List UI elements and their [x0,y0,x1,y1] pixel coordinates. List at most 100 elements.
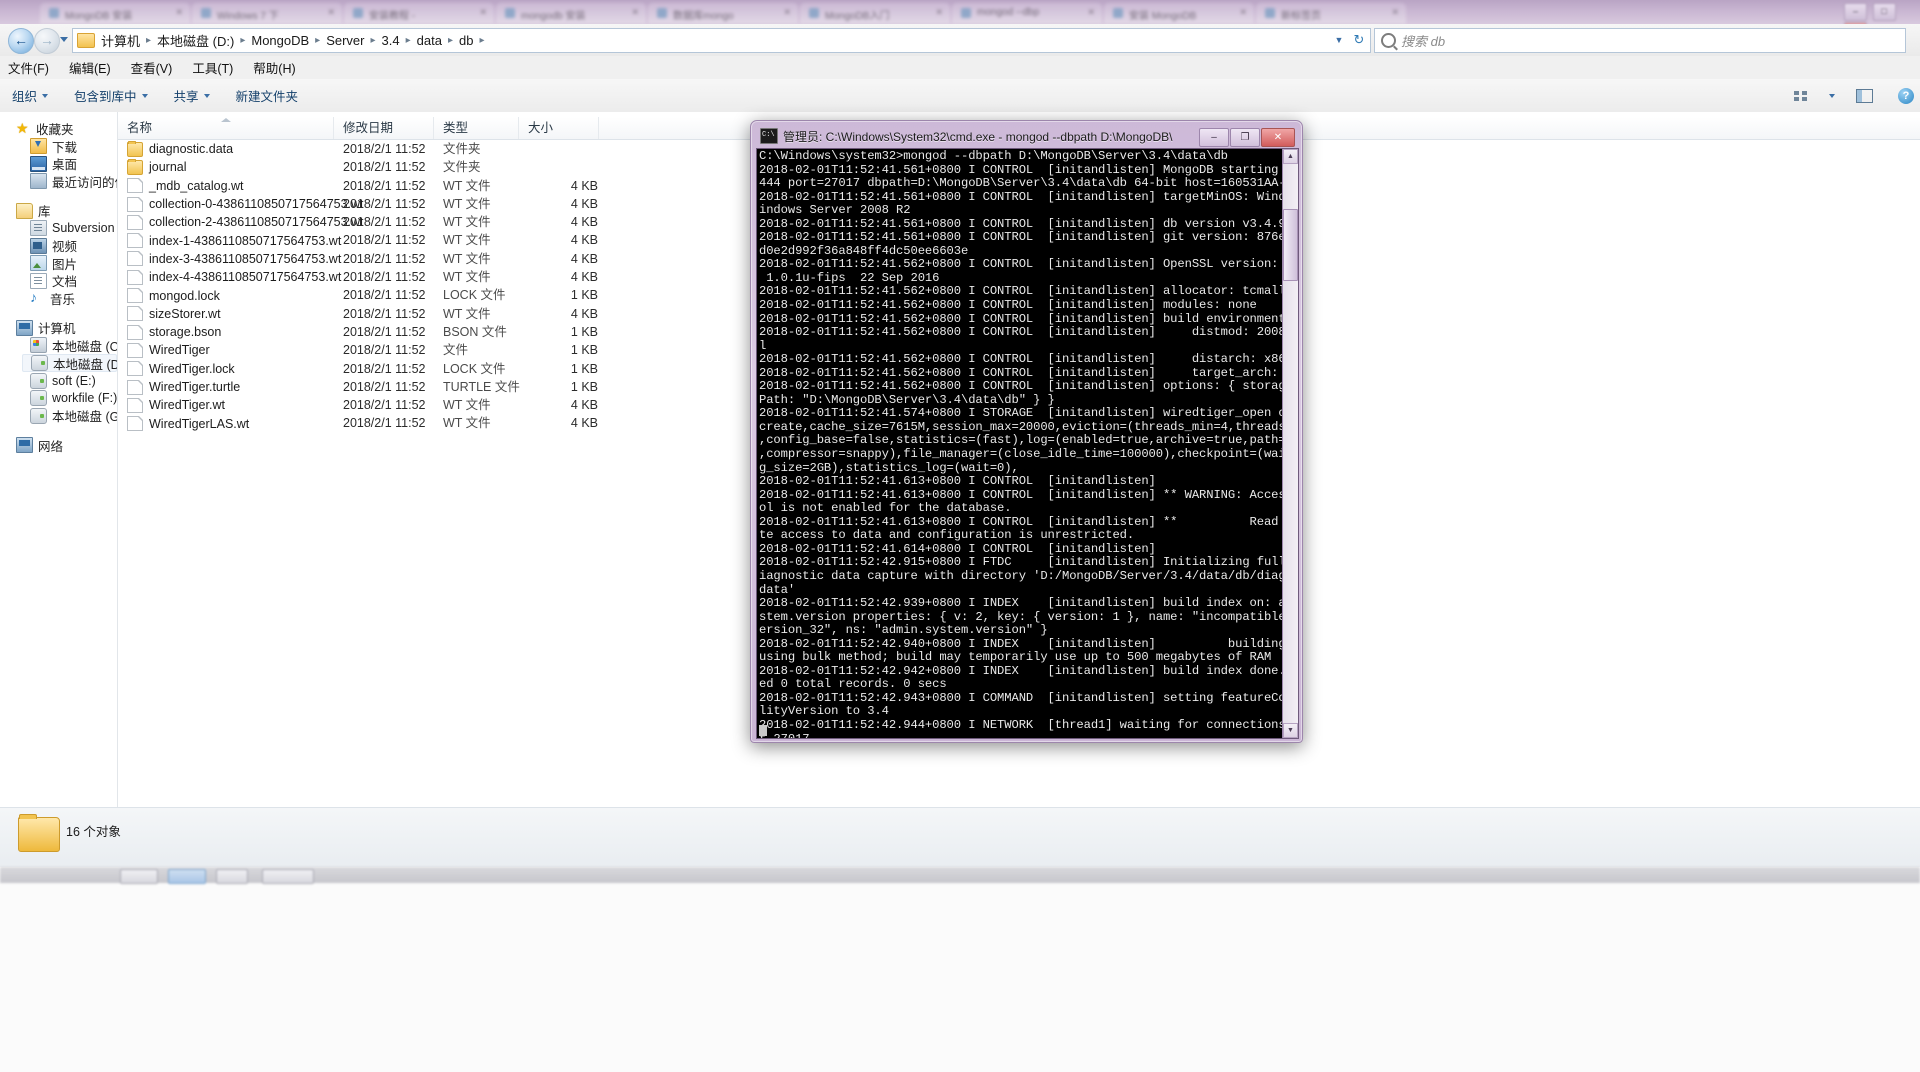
file-name-cell[interactable]: WiredTiger.wt [127,396,225,414]
breadcrumb-separator-icon[interactable]: ▸ [406,35,411,46]
scroll-up-icon[interactable]: ▲ [1283,149,1298,164]
cmd-title-bar[interactable]: 管理员: C:\Windows\System32\cmd.exe - mongo… [755,125,1298,147]
taskbar-button[interactable] [262,869,314,884]
breadcrumb-item[interactable]: 计算机 [99,30,142,51]
breadcrumb[interactable]: 计算机 ▸ 本地磁盘 (D:) ▸ MongoDB ▸ Server ▸ 3.4 ▸ data ▸ db… [72,28,1335,53]
background-tab[interactable]: mongodb 安装 ✕ [496,3,646,24]
breadcrumb-separator-icon[interactable]: ▸ [371,35,376,46]
chevron-down-icon[interactable] [141,93,148,98]
sidebar-item[interactable]: 桌面 [0,155,117,173]
file-name-cell[interactable]: WiredTiger.lock [127,360,235,378]
sidebar-group-4[interactable]: 网络 [0,437,117,455]
tab-close-icon[interactable]: ✕ [1239,7,1247,18]
cmd-maximize-button[interactable]: ❐ [1230,128,1260,147]
background-tab[interactable]: 安装 MongoDB ✕ [1104,3,1254,24]
tab-close-icon[interactable]: ✕ [1391,7,1399,18]
toolbar-button[interactable]: 新建文件夹 [236,86,299,105]
sidebar-item[interactable]: 下载 [0,138,117,156]
column-header[interactable]: 大小 [519,117,599,139]
breadcrumb-separator-icon[interactable]: ▸ [448,35,453,46]
sidebar-group-2[interactable]: 库 [0,202,117,220]
breadcrumb-separator-icon[interactable]: ▸ [240,35,245,46]
help-icon[interactable]: ? [1890,85,1920,107]
menu-item[interactable]: 编辑(E) [69,58,111,77]
file-name-cell[interactable]: _mdb_catalog.wt [127,177,244,195]
column-header[interactable]: 修改日期 [334,117,434,139]
search-input[interactable]: 搜索 db [1374,28,1906,53]
file-name-cell[interactable]: diagnostic.data [127,140,233,158]
maximize-button[interactable]: □ [1872,3,1896,21]
sidebar-item[interactable]: 图片 [0,255,117,273]
sidebar-group-1[interactable]: 收藏夹 [0,120,117,138]
column-header[interactable]: 类型 [434,117,519,139]
tab-close-icon[interactable]: ✕ [1087,7,1095,18]
file-name-cell[interactable]: sizeStorer.wt [127,305,221,323]
sidebar-item[interactable]: 最近访问的位置 [0,173,117,191]
preview-pane-icon[interactable] [1848,85,1880,107]
scroll-down-icon[interactable]: ▼ [1283,723,1298,738]
recent-locations-chevron-down-icon[interactable] [60,37,68,42]
taskbar-button[interactable] [168,869,206,884]
view-layout-icon[interactable] [1784,85,1816,107]
column-header[interactable]: 名称 [118,117,334,139]
menu-item[interactable]: 工具(T) [192,58,233,77]
sidebar-item[interactable]: Subversion [0,220,117,238]
background-tab[interactable]: Windows 7 下 ✕ [192,3,342,24]
breadcrumb-chevron-down-icon[interactable]: ▼ [1330,28,1348,53]
chevron-down-icon[interactable] [42,93,49,98]
sidebar-item[interactable]: 文档 [0,272,117,290]
toolbar-button[interactable]: 包含到库中 [74,86,148,105]
background-tab[interactable]: 安装教程 - ✕ [344,3,494,24]
tab-close-icon[interactable]: ✕ [935,7,943,18]
breadcrumb-separator-icon[interactable]: ▸ [479,35,484,46]
refresh-icon[interactable]: ↻ [1348,28,1371,53]
breadcrumb-item[interactable]: db [457,32,475,49]
menu-item[interactable]: 文件(F) [8,58,49,77]
taskbar-button[interactable] [120,869,158,884]
breadcrumb-item[interactable]: Server [324,32,366,49]
file-name-cell[interactable]: WiredTiger.turtle [127,378,240,396]
cmd-close-button[interactable]: ✕ [1261,128,1295,147]
tab-close-icon[interactable]: ✕ [479,7,487,18]
tab-close-icon[interactable]: ✕ [631,7,639,18]
breadcrumb-item[interactable]: MongoDB [249,32,311,49]
breadcrumb-item[interactable]: 3.4 [380,32,402,49]
background-tab[interactable]: 新标签页 ✕ [1256,3,1406,24]
navigation-pane[interactable]: 收藏夹下载桌面最近访问的位置库Subversion 视频图片文档音乐计算机本地磁盘… [0,112,118,815]
cmd-minimize-button[interactable]: – [1199,128,1229,147]
breadcrumb-separator-icon[interactable]: ▸ [146,35,151,46]
sidebar-item[interactable]: 本地磁盘 (C:) [0,337,117,355]
sidebar-group-3[interactable]: 计算机 [0,319,117,337]
breadcrumb-item[interactable]: data [415,32,444,49]
sidebar-item[interactable]: 本地磁盘 (G:) [0,407,117,425]
taskbar-button[interactable] [216,869,248,884]
toolbar-button[interactable]: 共享 [174,86,210,105]
view-chevron-down-icon[interactable] [1826,85,1838,107]
tab-close-icon[interactable]: ✕ [327,7,335,18]
file-name-cell[interactable]: WiredTiger [127,341,210,359]
background-tab[interactable]: MongoDB 安装 ✕ [40,3,190,24]
background-tab[interactable]: MongoDB入门 ✕ [800,3,950,24]
forward-arrow-icon[interactable]: → [34,28,60,54]
menu-item[interactable]: 帮助(H) [253,58,295,77]
scrollbar-thumb[interactable] [1283,209,1298,281]
file-name-cell[interactable]: index-4-4386110850717564753.wt [127,268,341,286]
toolbar-button[interactable]: 组织 [12,86,49,105]
background-tab[interactable]: mongod --dbp ✕ [952,3,1102,24]
tab-close-icon[interactable]: ✕ [783,7,791,18]
sidebar-item[interactable]: workfile (F:) [0,390,117,408]
file-name-cell[interactable]: mongod.lock [127,286,220,304]
file-name-cell[interactable]: collection-0-4386110850717564753.wt [127,195,364,213]
background-tab[interactable]: 数据库mongo ✕ [648,3,798,24]
file-name-cell[interactable]: index-3-4386110850717564753.wt [127,250,341,268]
cmd-console-body[interactable]: C:\Windows\system32>mongod --dbpath D:\M… [756,148,1299,739]
sidebar-item[interactable]: 视频 [0,237,117,255]
menu-item[interactable]: 查看(V) [131,58,173,77]
file-name-cell[interactable]: collection-2-4386110850717564753.wt [127,213,364,231]
cmd-scrollbar[interactable]: ▲ ▼ [1282,149,1298,738]
breadcrumb-item[interactable]: 本地磁盘 (D:) [155,30,236,51]
file-name-cell[interactable]: WiredTigerLAS.wt [127,414,249,432]
file-name-cell[interactable]: index-1-4386110850717564753.wt [127,231,341,249]
command-prompt-window[interactable]: 管理员: C:\Windows\System32\cmd.exe - mongo… [750,120,1303,743]
chevron-down-icon[interactable] [203,93,210,98]
